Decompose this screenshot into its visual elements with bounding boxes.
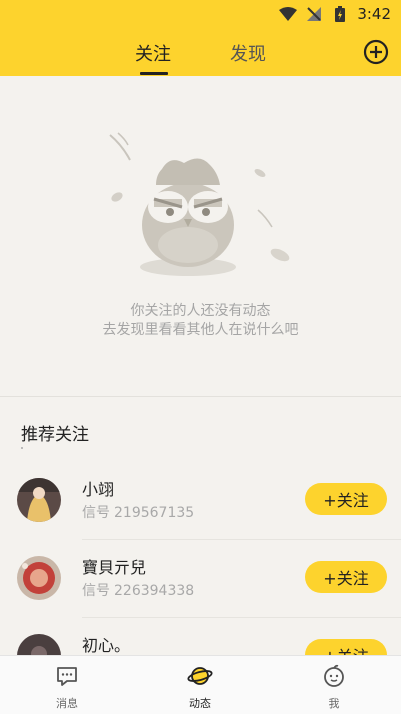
add-circle-icon[interactable] <box>363 39 389 65</box>
avatar[interactable] <box>17 556 61 600</box>
user-name: 初心。 <box>82 636 131 655</box>
no-signal-icon <box>305 6 323 22</box>
tab-follow[interactable]: 关注 <box>135 40 171 66</box>
message-icon <box>55 664 79 692</box>
planet-icon <box>187 664 213 692</box>
tab-discover[interactable]: 发现 <box>230 40 266 66</box>
top-tab-bar: 关注 发现 <box>0 28 401 76</box>
tab-messages-label: 消息 <box>56 697 78 710</box>
follow-button[interactable]: +关注 <box>305 561 387 593</box>
active-tab-indicator <box>140 72 168 75</box>
user-id: 信号 219567135 <box>82 505 195 521</box>
title-dot <box>21 447 23 449</box>
face-icon <box>322 664 346 692</box>
empty-message-line1: 你关注的人还没有动态 <box>130 303 271 319</box>
list-item[interactable]: 小翊 信号 219567135 +关注 <box>0 462 401 540</box>
empty-message-line2: 去发现里看看其他人在说什么吧 <box>102 322 299 338</box>
avatar[interactable] <box>17 478 61 522</box>
battery-charging-icon <box>331 6 349 22</box>
status-bar: 3:42 <box>0 0 401 28</box>
empty-owl-illustration <box>100 125 300 285</box>
tab-messages[interactable]: 消息 <box>37 664 97 711</box>
wifi-icon <box>279 6 298 22</box>
recommend-title: 推荐关注 <box>21 425 89 445</box>
bottom-tab-bar: 消息 动态 我 <box>0 655 401 714</box>
tab-moments[interactable]: 动态 <box>170 664 230 711</box>
tab-me[interactable]: 我 <box>304 664 364 711</box>
section-divider <box>0 396 401 397</box>
clock: 3:42 <box>357 5 391 23</box>
follow-button[interactable]: +关注 <box>305 483 387 515</box>
user-name: 小翊 <box>82 480 115 499</box>
list-item[interactable]: 寶貝亓兒 信号 226394338 +关注 <box>0 540 401 618</box>
tab-me-label: 我 <box>328 697 340 710</box>
tab-moments-label: 动态 <box>189 697 211 710</box>
user-id: 信号 226394338 <box>82 583 195 599</box>
user-name: 寶貝亓兒 <box>82 558 147 577</box>
